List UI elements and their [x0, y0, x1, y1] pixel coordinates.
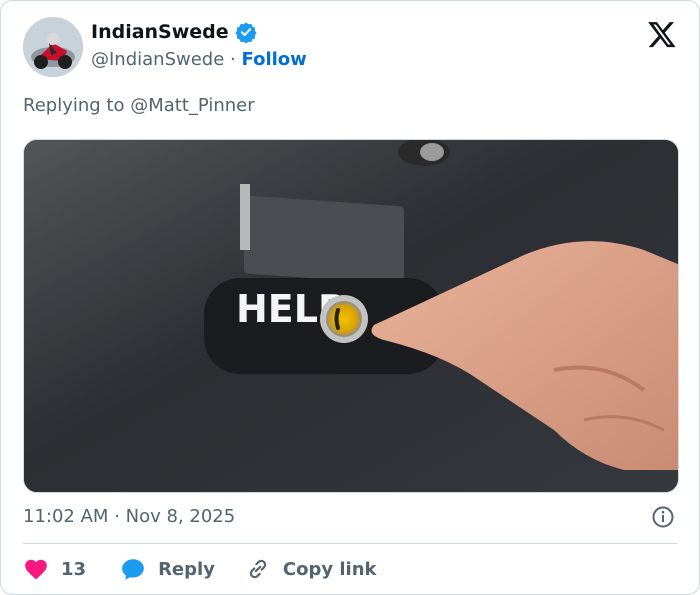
timestamp[interactable]: 11:02 AM · Nov 8, 2025: [23, 506, 235, 527]
handle-separator: ·: [230, 49, 236, 70]
author-handle-row: @IndianSwede · Follow: [91, 49, 307, 70]
link-icon: [249, 559, 267, 579]
x-logo-icon[interactable]: [647, 19, 677, 49]
reply-label: Reply: [158, 558, 215, 580]
tweet-card: IndianSwede @IndianSwede · Follow Replyi…: [0, 0, 700, 595]
copy-link-button[interactable]: Copy link: [245, 556, 377, 582]
heart-icon: [25, 559, 47, 580]
tweet-date[interactable]: Nov 8, 2025: [126, 506, 236, 527]
replying-prefix: Replying to: [23, 95, 125, 116]
elevator-help-button-photo-icon: HELP: [24, 140, 678, 492]
replying-to-mention[interactable]: @Matt_Pinner: [130, 95, 254, 116]
follow-link[interactable]: Follow: [242, 49, 307, 70]
author-display-name[interactable]: IndianSwede: [91, 21, 229, 43]
reply-bubble-icon: [122, 559, 144, 580]
replying-to: Replying to @Matt_Pinner: [23, 95, 255, 116]
reply-button[interactable]: Reply: [120, 556, 215, 582]
action-bar: 13 Reply Copy link: [23, 555, 377, 583]
tweet-time[interactable]: 11:02 AM: [23, 506, 108, 527]
divider: [23, 543, 677, 544]
verified-badge-icon: [235, 22, 257, 43]
author-name[interactable]: IndianSwede: [91, 21, 257, 43]
like-count: 13: [61, 558, 87, 580]
motorcycle-rider-avatar-icon: [23, 17, 83, 77]
avatar[interactable]: [23, 17, 83, 77]
like-button[interactable]: 13: [23, 556, 86, 582]
copy-link-label: Copy link: [282, 558, 377, 580]
info-icon[interactable]: [651, 505, 675, 529]
tweet-media[interactable]: HELP: [23, 139, 679, 493]
author-handle[interactable]: @IndianSwede: [91, 49, 224, 70]
time-separator: ·: [114, 506, 120, 527]
